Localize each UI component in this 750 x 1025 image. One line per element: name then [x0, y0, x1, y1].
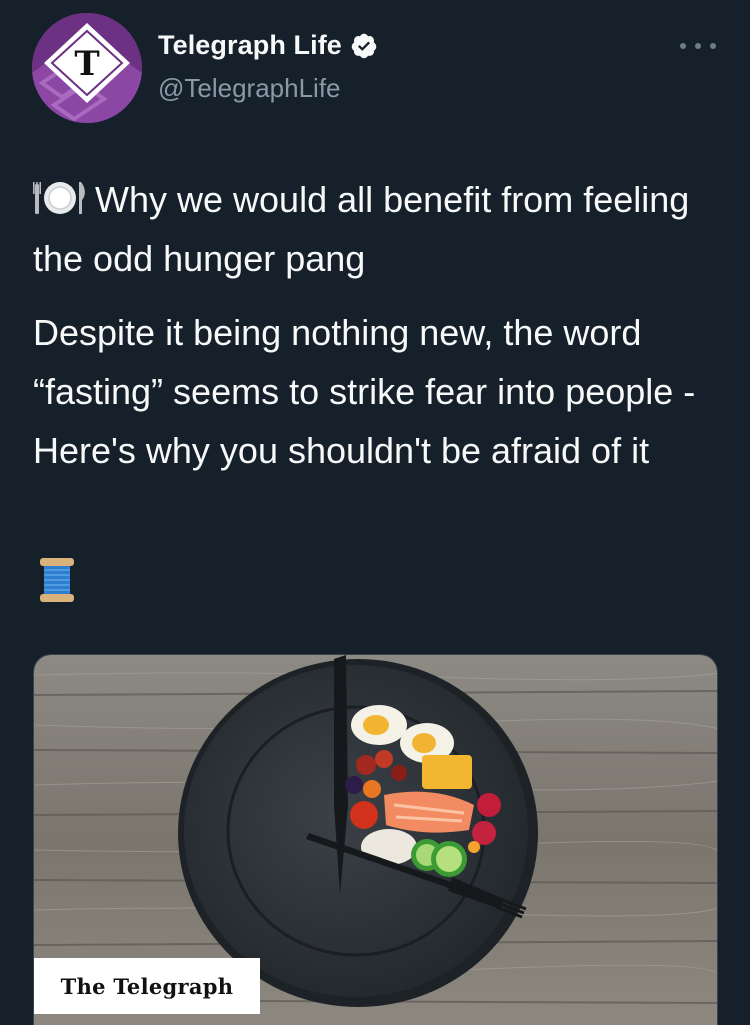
dot-icon [695, 43, 701, 49]
publisher-badge: The Telegraph [34, 958, 260, 1014]
plate-with-cutlery-icon [33, 174, 87, 214]
headline-text: Why we would all benefit from feeling th… [33, 179, 690, 279]
spool-of-thread-icon [38, 556, 76, 604]
telegraph-t-logo-icon: T [32, 13, 142, 123]
tweet-headline: Why we would all benefit from feeling th… [33, 170, 723, 288]
dot-icon [680, 43, 686, 49]
author-handle[interactable]: @TelegraphLife [158, 73, 341, 104]
dot-icon [710, 43, 716, 49]
verified-badge-icon [350, 32, 378, 60]
link-card[interactable]: The Telegraph [33, 654, 718, 1025]
tweet-body: Despite it being nothing new, the word “… [33, 312, 696, 471]
svg-text:T: T [74, 44, 99, 84]
more-options-icon[interactable] [680, 34, 716, 58]
display-name[interactable]: Telegraph Life [158, 30, 342, 61]
avatar[interactable]: T [32, 13, 142, 123]
author-name-row[interactable]: Telegraph Life [158, 30, 378, 61]
